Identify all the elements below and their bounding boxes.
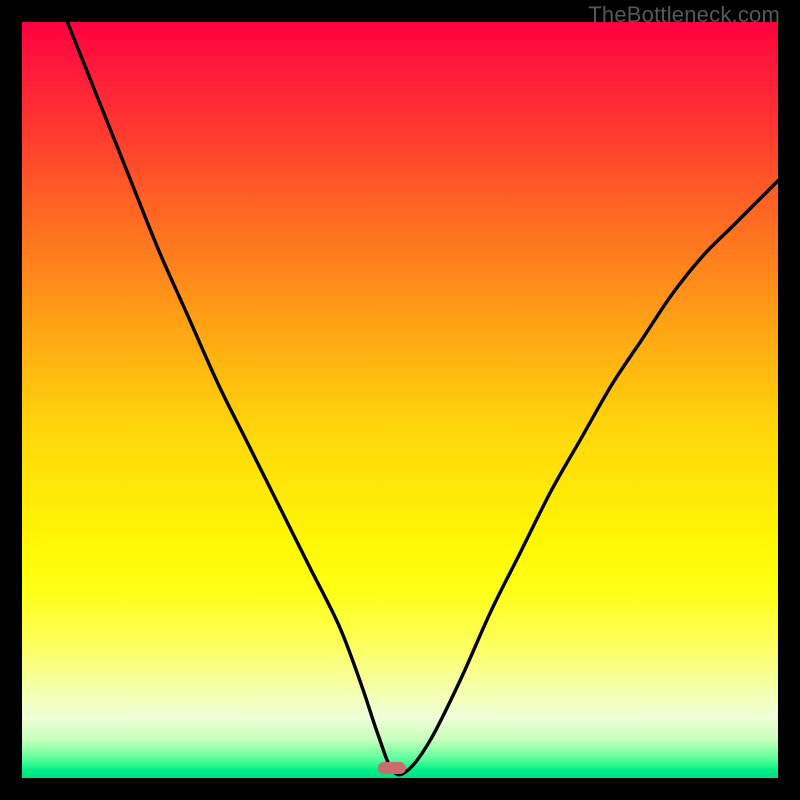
bottleneck-curve-svg [22,22,778,778]
plot-area [22,22,778,778]
chart-stage: TheBottleneck.com [0,0,800,800]
watermark-text: TheBottleneck.com [588,2,780,28]
bottleneck-curve-path [67,22,778,775]
optimal-marker [378,762,406,774]
